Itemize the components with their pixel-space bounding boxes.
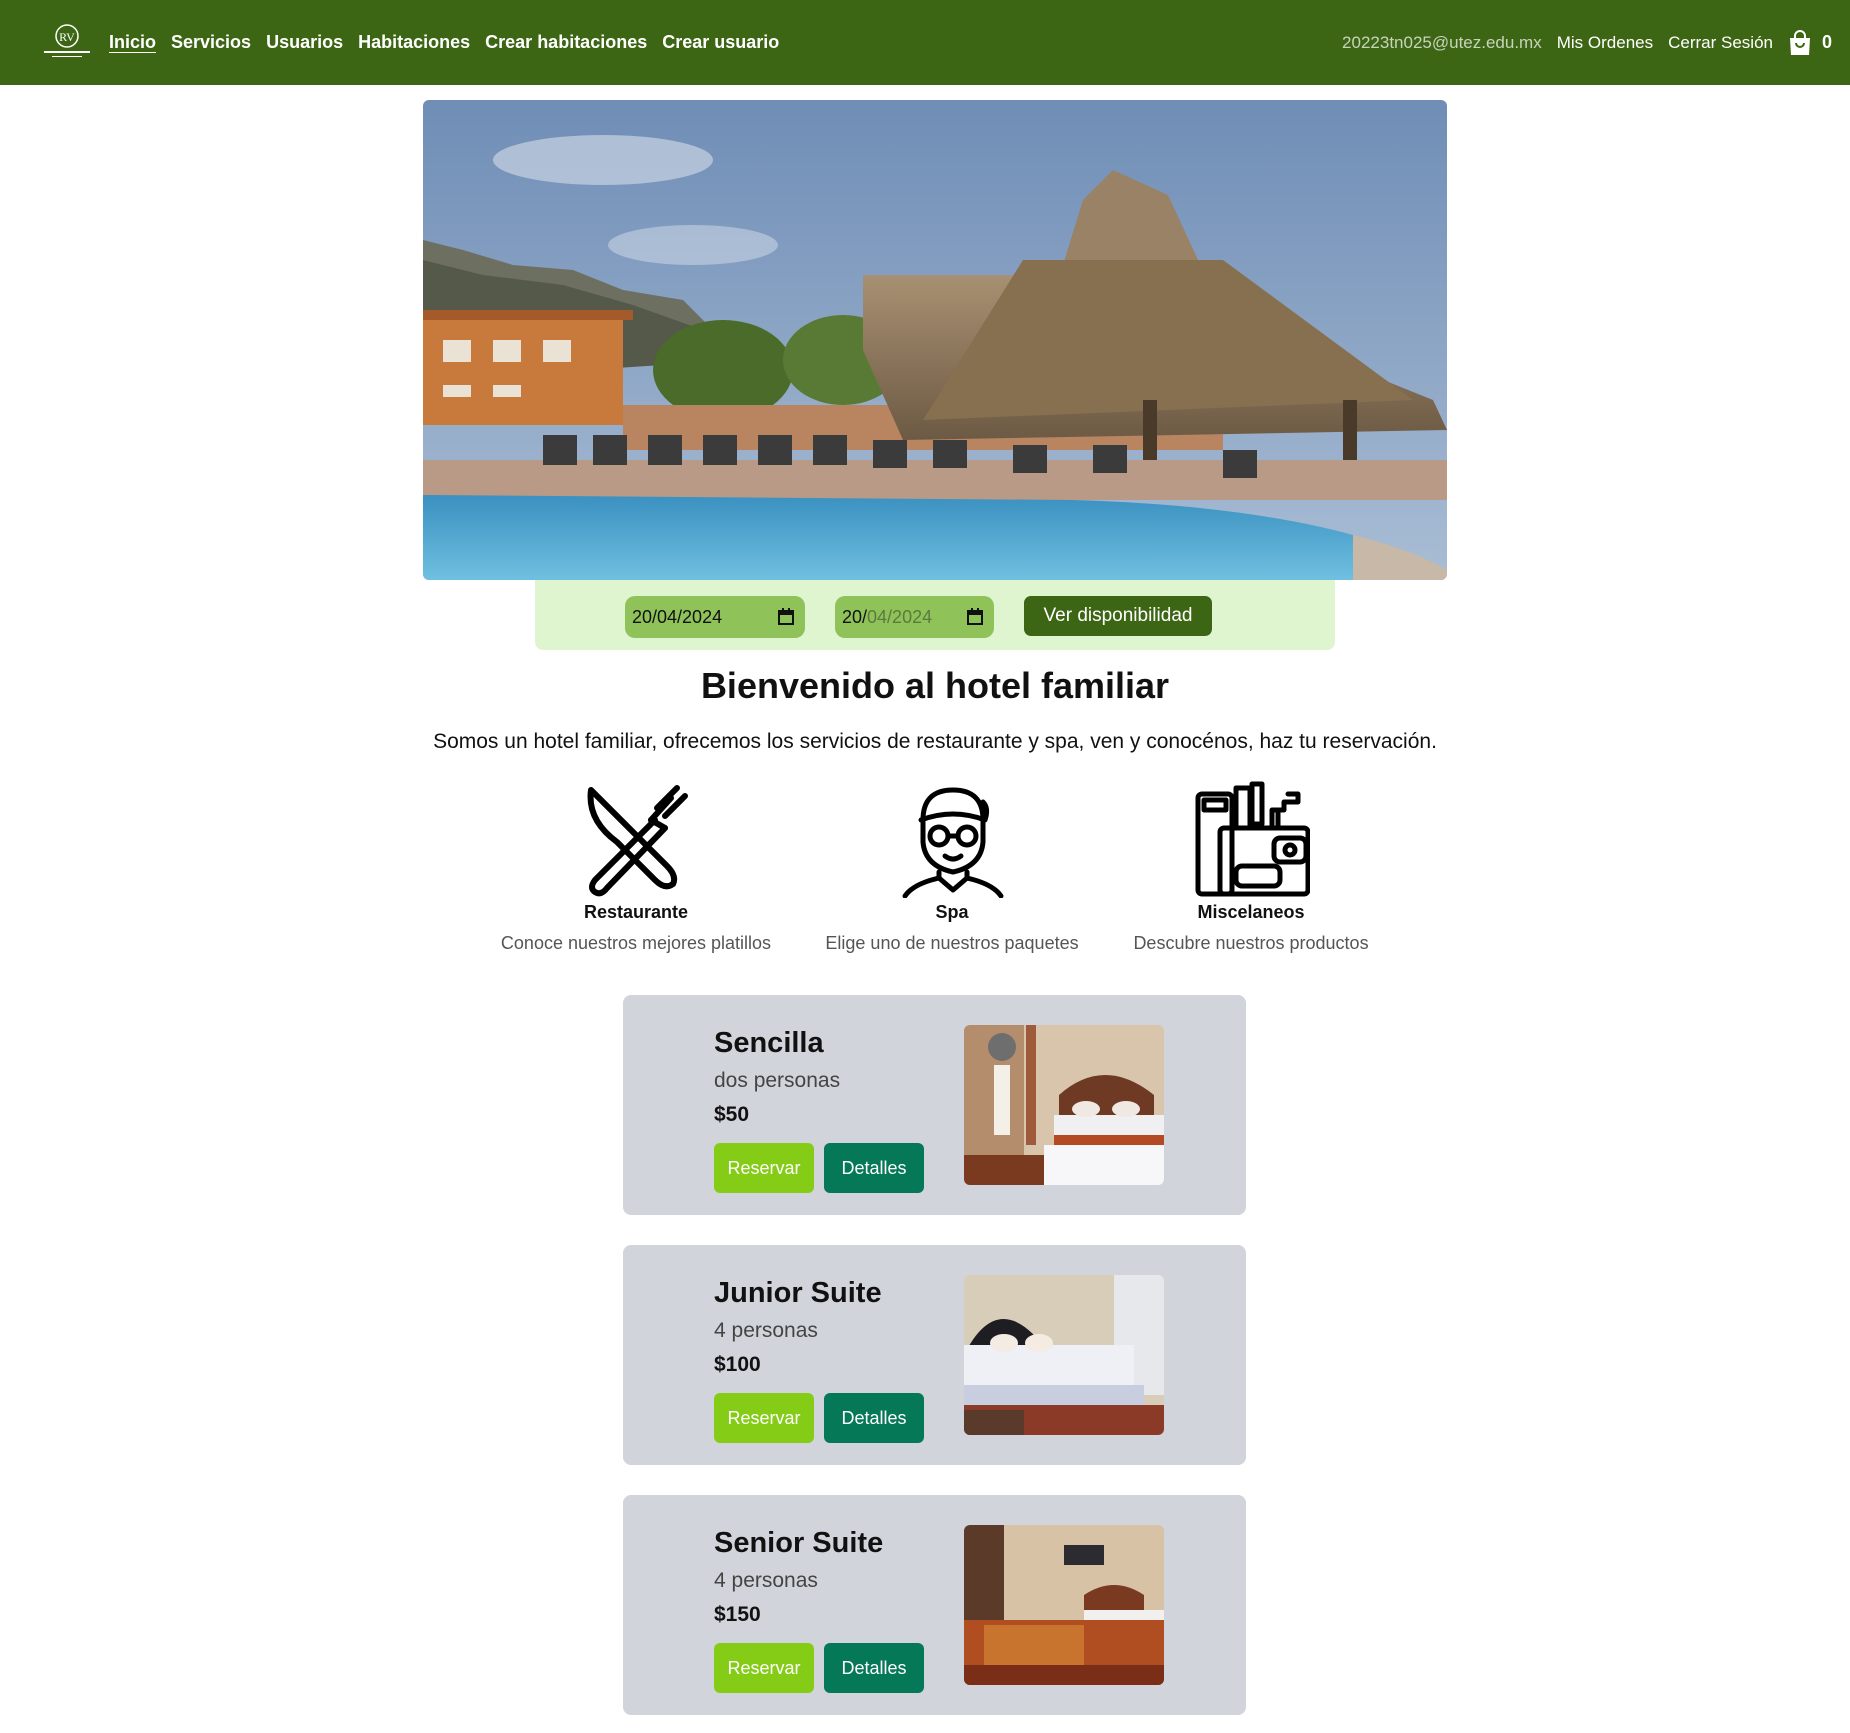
- room-price: $150: [714, 1603, 761, 1626]
- reservar-button[interactable]: Reservar: [714, 1393, 814, 1443]
- cerrar-sesion-link[interactable]: Cerrar Sesión: [1668, 33, 1773, 53]
- nav-crear-usuario[interactable]: Crear usuario: [662, 32, 779, 53]
- nav-servicios[interactable]: Servicios: [171, 32, 251, 53]
- mis-ordenes-link[interactable]: Mis Ordenes: [1557, 33, 1653, 53]
- cart-count: 0: [1821, 32, 1832, 52]
- detalles-button[interactable]: Detalles: [824, 1393, 924, 1443]
- room-card-senior-suite: Senior Suite 4 personas $150 Reservar De…: [623, 1495, 1246, 1715]
- availability-bar: 20/04/2024 20/04/2024 Ver disponibilidad: [535, 580, 1335, 650]
- room-name: Junior Suite: [714, 1277, 882, 1309]
- svg-text:RV: RV: [59, 30, 75, 44]
- check-in-value: 20/04/2024: [632, 606, 723, 627]
- spa-face-icon: [902, 787, 1004, 898]
- check-out-day: 20/: [842, 606, 868, 627]
- service-desc: Elige uno de nuestros paquetes: [825, 933, 1079, 953]
- service-miscelaneos[interactable]: Miscelaneos Descubre nuestros productos: [1111, 780, 1391, 954]
- room-card-junior-suite: Junior Suite 4 personas $100 Reservar De…: [623, 1245, 1246, 1465]
- check-out-value: 20/04/2024: [842, 607, 932, 628]
- calendar-icon[interactable]: [966, 608, 984, 626]
- room-name: Sencilla: [714, 1027, 824, 1059]
- room-card-sencilla: Sencilla dos personas $50 Reservar Detal…: [623, 995, 1246, 1215]
- welcome-title: Bienvenido al hotel familiar: [700, 665, 1170, 706]
- nav-habitaciones[interactable]: Habitaciones: [358, 32, 470, 53]
- service-restaurante[interactable]: Restaurante Conoce nuestros mejores plat…: [496, 780, 776, 954]
- reservar-button[interactable]: Reservar: [714, 1643, 814, 1693]
- main-nav: Inicio Servicios Usuarios Habitaciones C…: [109, 0, 779, 85]
- detalles-button[interactable]: Detalles: [824, 1643, 924, 1693]
- service-name: Miscelaneos: [1197, 902, 1305, 922]
- service-desc: Conoce nuestros mejores platillos: [500, 933, 772, 953]
- room-photo: [964, 1525, 1164, 1685]
- calendar-icon[interactable]: [777, 608, 795, 626]
- detalles-button[interactable]: Detalles: [824, 1143, 924, 1193]
- room-capacity: dos personas: [714, 1069, 841, 1092]
- nav-inicio[interactable]: Inicio: [109, 32, 156, 53]
- service-name: Spa: [935, 902, 969, 922]
- service-desc: Descubre nuestros productos: [1133, 933, 1369, 953]
- fork-knife-icon: [587, 785, 688, 897]
- room-name: Senior Suite: [714, 1527, 884, 1559]
- cart-button[interactable]: 0: [1788, 29, 1832, 56]
- hotel-logo[interactable]: RV: [38, 22, 96, 62]
- top-navbar: RV Inicio Servicios Usuarios Habitacione…: [0, 0, 1850, 85]
- room-price: $100: [714, 1353, 761, 1376]
- user-email: 20223tn025@utez.edu.mx: [1342, 32, 1542, 52]
- reservar-button[interactable]: Reservar: [714, 1143, 814, 1193]
- nav-usuarios[interactable]: Usuarios: [266, 32, 343, 53]
- room-capacity: 4 personas: [714, 1569, 818, 1592]
- service-spa[interactable]: Spa Elige uno de nuestros paquetes: [812, 780, 1092, 954]
- room-photo: [964, 1275, 1164, 1435]
- welcome-text: Somos un hotel familiar, ofrecemos los s…: [433, 730, 1437, 753]
- toiletries-icon: [1195, 781, 1310, 897]
- room-photo: [964, 1025, 1164, 1185]
- hero-image: [423, 100, 1447, 580]
- check-out-rest: 04/2024: [867, 606, 933, 627]
- room-capacity: 4 personas: [714, 1319, 818, 1342]
- room-price: $50: [714, 1103, 750, 1126]
- check-in-date-input[interactable]: 20/04/2024: [625, 596, 805, 638]
- nav-crear-habitaciones[interactable]: Crear habitaciones: [485, 32, 647, 53]
- ver-disponibilidad-button[interactable]: Ver disponibilidad: [1024, 596, 1212, 636]
- service-name: Restaurante: [583, 902, 689, 922]
- user-menu: 20223tn025@utez.edu.mx Mis Ordenes Cerra…: [1342, 0, 1832, 85]
- shopping-bag-icon: [1789, 29, 1810, 55]
- check-out-date-input[interactable]: 20/04/2024: [835, 596, 994, 638]
